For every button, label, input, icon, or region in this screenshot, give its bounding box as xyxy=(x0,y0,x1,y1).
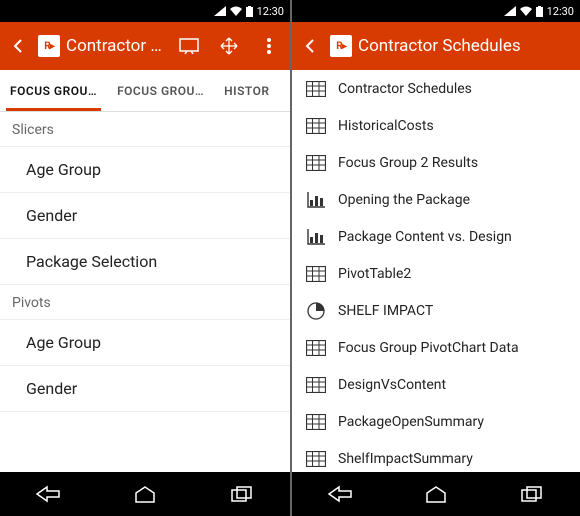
pie-icon xyxy=(306,301,326,321)
phone-right: 12:30 R▸ Contractor Schedules Contractor… xyxy=(290,0,580,516)
tab-bar: FOCUS GROU… FOCUS GROU… HISTOR xyxy=(0,70,290,112)
table-icon xyxy=(306,264,326,284)
sheet-item-label: Contractor Schedules xyxy=(338,81,472,97)
sheet-item-label: PivotTable2 xyxy=(338,266,411,282)
list-item[interactable]: Gender xyxy=(0,193,290,239)
status-bar: 12:30 xyxy=(292,0,580,22)
battery-icon xyxy=(536,6,543,17)
tab-label: HISTOR xyxy=(224,84,269,98)
status-bar: 12:30 xyxy=(0,0,290,22)
sheet-item[interactable]: DesignVsContent xyxy=(292,366,580,403)
app-logo-icon: R▸ xyxy=(38,35,60,57)
android-nav-bar xyxy=(292,472,580,516)
list-item[interactable]: Age Group xyxy=(0,320,290,366)
table-icon xyxy=(306,375,326,395)
android-nav-bar xyxy=(0,472,290,516)
sheet-item-label: HistoricalCosts xyxy=(338,118,434,134)
section-header: Pivots xyxy=(0,285,290,320)
sheet-item[interactable]: SHELF IMPACT xyxy=(292,292,580,329)
nav-recent-button[interactable] xyxy=(512,479,552,509)
sheet-item-label: Opening the Package xyxy=(338,192,470,208)
table-icon xyxy=(306,412,326,432)
signal-icon xyxy=(504,6,516,16)
nav-home-button[interactable] xyxy=(416,479,456,509)
appbar-title: Contractor Schedules xyxy=(358,36,576,56)
sheet-list: Contractor Schedules HistoricalCosts Focus… xyxy=(292,70,580,472)
tab-label: FOCUS GROU… xyxy=(10,84,97,98)
sheet-item-label: ShelfImpactSummary xyxy=(338,451,473,467)
back-button[interactable] xyxy=(4,32,32,60)
nav-recent-button[interactable] xyxy=(222,479,262,509)
sheet-item-label: DesignVsContent xyxy=(338,377,446,393)
sheet-item[interactable]: PivotTable2 xyxy=(292,255,580,292)
sheet-item[interactable]: PackageOpenSummary xyxy=(292,403,580,440)
tab-0[interactable]: FOCUS GROU… xyxy=(0,70,107,111)
barchart-icon xyxy=(306,190,326,210)
sheet-item-label: PackageOpenSummary xyxy=(338,414,484,430)
barchart-icon xyxy=(306,227,326,247)
list-item[interactable]: Package Selection xyxy=(0,239,290,285)
app-logo-icon: R▸ xyxy=(330,35,352,57)
tab-label: FOCUS GROU… xyxy=(117,84,204,98)
section-header: Slicers xyxy=(0,112,290,147)
overflow-menu-icon[interactable] xyxy=(252,29,286,63)
status-time: 12:30 xyxy=(547,5,574,18)
wifi-icon xyxy=(230,6,242,16)
nav-back-button[interactable] xyxy=(320,479,360,509)
table-icon xyxy=(306,449,326,469)
sheet-item[interactable]: Contractor Schedules xyxy=(292,70,580,107)
appbar-title: Contractor Sch… xyxy=(66,36,166,56)
table-icon xyxy=(306,79,326,99)
table-icon xyxy=(306,153,326,173)
sheet-item[interactable]: HistoricalCosts xyxy=(292,107,580,144)
app-bar: R▸ Contractor Schedules xyxy=(292,22,580,70)
app-bar: R▸ Contractor Sch… xyxy=(0,22,290,70)
wifi-icon xyxy=(520,6,532,16)
tab-2[interactable]: HISTOR xyxy=(214,70,279,111)
sheet-item[interactable]: Focus Group PivotChart Data xyxy=(292,329,580,366)
left-content: FOCUS GROU…FOCUS GROU…HISTOR SlicersAge … xyxy=(0,70,290,472)
nav-back-button[interactable] xyxy=(28,479,68,509)
signal-icon xyxy=(214,6,226,16)
sheet-item-label: Focus Group PivotChart Data xyxy=(338,340,519,356)
sheet-item-label: Focus Group 2 Results xyxy=(338,155,478,171)
list-item[interactable]: Age Group xyxy=(0,147,290,193)
sheet-item-label: SHELF IMPACT xyxy=(338,303,433,319)
battery-icon xyxy=(246,6,253,17)
list-item[interactable]: Gender xyxy=(0,366,290,412)
tab-1[interactable]: FOCUS GROU… xyxy=(107,70,214,111)
sheet-item[interactable]: ShelfImpactSummary xyxy=(292,440,580,472)
presentation-icon[interactable] xyxy=(172,29,206,63)
back-button[interactable] xyxy=(296,32,324,60)
sheet-item[interactable]: Package Content vs. Design xyxy=(292,218,580,255)
sheet-item[interactable]: Focus Group 2 Results xyxy=(292,144,580,181)
sheet-item[interactable]: Opening the Package xyxy=(292,181,580,218)
table-icon xyxy=(306,116,326,136)
nav-home-button[interactable] xyxy=(125,479,165,509)
phone-left: 12:30 R▸ Contractor Sch… FOCUS GROU…FOCU… xyxy=(0,0,290,516)
table-icon xyxy=(306,338,326,358)
sheet-item-label: Package Content vs. Design xyxy=(338,229,512,245)
status-time: 12:30 xyxy=(257,5,284,18)
move-icon[interactable] xyxy=(212,29,246,63)
